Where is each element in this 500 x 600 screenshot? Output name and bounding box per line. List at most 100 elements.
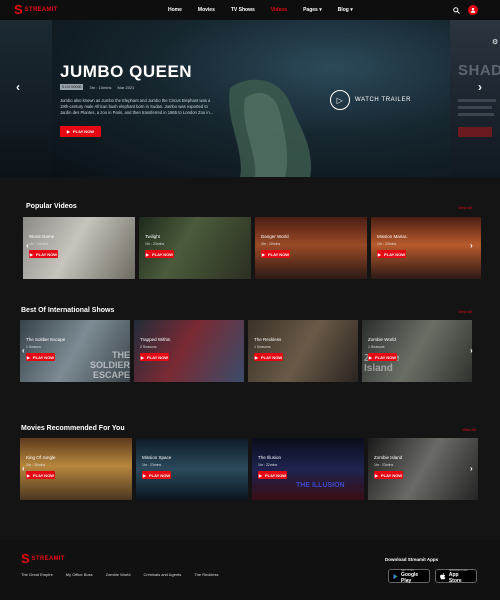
hero-title: JUMBO QUEEN: [60, 62, 193, 81]
nav-home[interactable]: Home: [168, 7, 182, 13]
row-prev-arrow-icon[interactable]: ‹: [22, 346, 25, 355]
row-next-arrow-icon[interactable]: ›: [470, 346, 473, 355]
nav-blog[interactable]: Blog ▾: [338, 7, 353, 13]
search-icon[interactable]: [453, 6, 460, 14]
nav-blog-label: Blog: [337, 7, 349, 13]
movie-card[interactable]: Zombie Island 1hr : 23mins ▶ PLAY NOW: [368, 438, 478, 500]
brand-logo-letter: S: [14, 2, 23, 17]
card-meta: 1hr : 23mins: [377, 242, 397, 246]
video-card[interactable]: Danger World 3hr : 10mins ▶ PLAY NOW: [255, 217, 367, 279]
next-slide-text: [458, 106, 492, 109]
card-play-label: PLAY NOW: [380, 472, 403, 478]
apple-icon: [440, 572, 446, 579]
card-title: Mission Mariar..: [377, 234, 409, 239]
card-meta: 1hr : 23mins: [145, 242, 165, 246]
card-poster-text: THE ILLUSION: [296, 482, 345, 489]
play-icon: ▶: [26, 354, 30, 360]
view-all-popular[interactable]: View All: [458, 205, 472, 210]
google-play-button[interactable]: GET IT ON Google Play: [388, 569, 430, 584]
user-avatar-icon[interactable]: [468, 5, 478, 15]
card-play-button[interactable]: ▶ PLAY NOW: [142, 471, 171, 479]
play-icon: ▶: [374, 472, 378, 478]
card-play-label: PLAY NOW: [146, 354, 169, 360]
footer-link[interactable]: The Reckless: [194, 572, 218, 577]
nav-tv-shows[interactable]: TV Shows: [231, 7, 255, 13]
brand-logo[interactable]: S STREAMIT: [14, 3, 58, 16]
view-all-international[interactable]: View All: [458, 309, 472, 314]
video-card[interactable]: Worst Game 1hr : 44mins ▶ PLAY NOW: [23, 217, 135, 279]
hero-play-button[interactable]: ▶ PLAY NOW: [60, 126, 101, 137]
card-meta: 1 Season: [26, 345, 41, 349]
card-play-button[interactable]: ▶ PLAY NOW: [145, 250, 174, 258]
nav-pages[interactable]: Pages ▾: [303, 7, 322, 13]
footer-link[interactable]: Zombie World: [106, 572, 131, 577]
video-card[interactable]: Mission Mariar.. 1hr : 23mins ▶ PLAY NOW: [371, 217, 481, 279]
card-title: The Soldier Escape: [26, 337, 66, 342]
nav-videos[interactable]: Videos: [271, 7, 287, 13]
watch-trailer-button[interactable]: ▷ WATCH TRAILER: [330, 90, 411, 110]
next-slide-text: [458, 99, 496, 102]
card-play-button[interactable]: ▶ PLAY NOW: [26, 353, 55, 361]
row-prev-arrow-icon[interactable]: ‹: [26, 241, 29, 250]
hero-banner: JUMBO QUEEN 5.1/0.0/0000 3hr : 10mins Ma…: [0, 20, 500, 177]
next-slide-text: [458, 113, 494, 116]
google-play-icon: [393, 573, 398, 579]
row-next-arrow-icon[interactable]: ›: [470, 464, 473, 473]
card-play-button[interactable]: ▶ PLAY NOW: [261, 250, 290, 258]
view-all-recommended[interactable]: View All: [462, 427, 476, 432]
card-play-label: PLAY NOW: [148, 472, 171, 478]
play-icon: ▶: [368, 354, 372, 360]
play-icon: ▶: [254, 354, 258, 360]
chevron-down-icon: ▾: [319, 7, 322, 13]
movie-card[interactable]: Mission Space 1hr : 23mins ▶ PLAY NOW: [136, 438, 248, 500]
show-card[interactable]: Trapped Within 2 Seasons ▶ PLAY NOW: [134, 320, 244, 382]
hero-duration: 3hr : 10mins: [89, 84, 112, 90]
nav-icons: [453, 5, 478, 15]
hero-next-arrow-icon[interactable]: ›: [478, 80, 482, 94]
movie-card[interactable]: THE ILLUSION The Illusion 1hr : 22mins ▶…: [252, 438, 364, 500]
main-menu: Home Movies TV Shows Videos Pages ▾ Blog…: [168, 0, 353, 20]
card-play-button[interactable]: ▶ PLAY NOW: [377, 250, 406, 258]
show-card[interactable]: The Reckless 1 Seasons ▶ PLAY NOW: [248, 320, 358, 382]
play-icon: ▶: [377, 251, 381, 257]
card-play-button[interactable]: ▶ PLAY NOW: [140, 353, 169, 361]
footer-brand-logo[interactable]: S STREAMIT: [21, 552, 65, 565]
nav-movies[interactable]: Movies: [198, 7, 215, 13]
play-icon: ▶: [261, 251, 265, 257]
card-meta: 2 Seasons: [140, 345, 157, 349]
card-meta: 1hr : 44mins: [29, 242, 49, 246]
hero-prev-arrow-icon[interactable]: ‹: [16, 80, 20, 94]
row-prev-arrow-icon[interactable]: ‹: [22, 464, 25, 473]
card-play-button[interactable]: ▶ PLAY NOW: [374, 471, 403, 479]
hero-description: Jumbo also known as Jumbo the Elephant a…: [60, 98, 214, 115]
section-title-popular: Popular Videos: [26, 203, 77, 210]
card-meta: 1hr : 23mins: [142, 463, 162, 467]
footer-link[interactable]: My Office Boss: [66, 572, 93, 577]
app-store-button[interactable]: Download on the App Store: [435, 569, 477, 584]
card-title: Danger World: [261, 234, 289, 239]
row-next-arrow-icon[interactable]: ›: [470, 241, 473, 250]
gear-icon[interactable]: ⚙: [492, 38, 498, 46]
card-play-button[interactable]: ▶ PLAY NOW: [258, 471, 287, 479]
card-play-label: PLAY NOW: [151, 251, 174, 257]
play-icon: ▶: [258, 472, 262, 478]
card-play-button[interactable]: ▶ PLAY NOW: [26, 471, 55, 479]
show-card[interactable]: Zombie Island Zombie World 1 Seasons ▶PL…: [362, 320, 472, 382]
footer-link[interactable]: Criminals and Agents: [143, 572, 181, 577]
show-card[interactable]: THE SOLDIER ESCAPE The Soldier Escape 1 …: [20, 320, 130, 382]
card-meta: 1 Seasons: [368, 345, 385, 349]
play-icon: ▶: [142, 472, 146, 478]
card-meta: 1hr : 22mins: [258, 463, 278, 467]
video-card[interactable]: Twilight 1hr : 23mins ▶ PLAY NOW: [139, 217, 251, 279]
card-play-button[interactable]: ▶ PLAY NOW: [29, 250, 58, 258]
hero-prev-slide[interactable]: [0, 20, 52, 177]
card-play-button[interactable]: ▶ PLAY NOW: [254, 353, 283, 361]
card-title: King Of Jungle: [26, 455, 56, 460]
card-play-label: PLAY NOW: [260, 354, 283, 360]
play-circle-icon: ▷: [330, 90, 350, 110]
footer-link[interactable]: The Great Empire: [21, 572, 53, 577]
card-play-button[interactable]: ▶ PLAY NOW: [368, 353, 397, 361]
hero-figure-image: [229, 79, 311, 177]
movie-card[interactable]: King Of Jungle 2hr : 30mins ▶ PLAY NOW: [20, 438, 132, 500]
next-slide-play-button[interactable]: [458, 127, 492, 137]
